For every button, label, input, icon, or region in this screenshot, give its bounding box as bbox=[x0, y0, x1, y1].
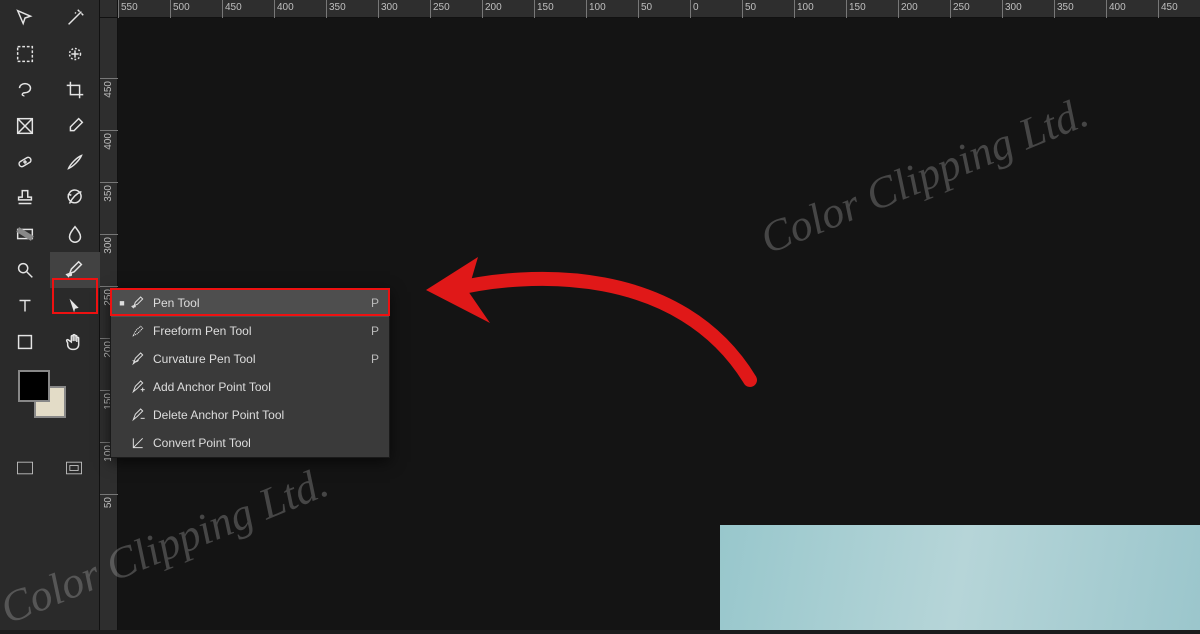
ruler-h-label: 550 bbox=[121, 2, 138, 13]
flyout-label: Pen Tool bbox=[153, 296, 371, 310]
frame-tool[interactable] bbox=[0, 108, 50, 144]
hand-tool[interactable] bbox=[50, 324, 100, 360]
image-content bbox=[720, 525, 1200, 630]
active-bullet: ■ bbox=[117, 298, 127, 308]
ruler-h-label: 50 bbox=[745, 2, 756, 13]
flyout-label: Add Anchor Point Tool bbox=[153, 380, 379, 394]
ruler-h-label: 450 bbox=[1161, 2, 1178, 13]
ruler-h-label: 300 bbox=[381, 2, 398, 13]
ruler-h-label: 250 bbox=[953, 2, 970, 13]
flyout-item-convert-point[interactable]: Convert Point Tool bbox=[111, 429, 389, 457]
ruler-h-label: 100 bbox=[797, 2, 814, 13]
move-tool[interactable] bbox=[0, 0, 50, 36]
type-tool[interactable] bbox=[0, 288, 50, 324]
ruler-v-label: 300 bbox=[103, 237, 114, 254]
ruler-h-label: 500 bbox=[173, 2, 190, 13]
eyedropper-tool[interactable] bbox=[50, 108, 100, 144]
ruler-v-label: 50 bbox=[103, 497, 114, 508]
quick-mask-icon[interactable] bbox=[63, 458, 85, 483]
pen-icon bbox=[127, 295, 149, 311]
crop-tool[interactable] bbox=[50, 72, 100, 108]
flyout-item-pen[interactable]: ■ Pen ToolP bbox=[111, 289, 389, 317]
shortcut-key: P bbox=[371, 296, 379, 310]
marquee-tool[interactable] bbox=[0, 36, 50, 72]
convert-point-icon bbox=[127, 435, 149, 451]
ruler-h-label: 400 bbox=[277, 2, 294, 13]
flyout-item-curvature-pen[interactable]: Curvature Pen ToolP bbox=[111, 345, 389, 373]
ruler-h-label: 400 bbox=[1109, 2, 1126, 13]
ruler-v-label: 450 bbox=[103, 81, 114, 98]
flyout-item-freeform-pen[interactable]: Freeform Pen ToolP bbox=[111, 317, 389, 345]
curvature-pen-icon bbox=[127, 351, 149, 367]
ruler-corner bbox=[100, 0, 118, 18]
ruler-h-label: 450 bbox=[225, 2, 242, 13]
wand-tool[interactable] bbox=[50, 0, 100, 36]
shape-tool[interactable] bbox=[0, 324, 50, 360]
brush-tool[interactable] bbox=[50, 144, 100, 180]
ruler-horizontal: 5505004504003503002502001501005005010015… bbox=[118, 0, 1200, 18]
ruler-h-label: 150 bbox=[537, 2, 554, 13]
ruler-h-label: 200 bbox=[901, 2, 918, 13]
flyout-label: Freeform Pen Tool bbox=[153, 324, 371, 338]
ruler-h-label: 100 bbox=[589, 2, 606, 13]
pen-tool[interactable] bbox=[50, 252, 100, 288]
healing-tool[interactable] bbox=[0, 144, 50, 180]
gradient-tool[interactable] bbox=[0, 216, 50, 252]
flyout-item-delete-anchor[interactable]: Delete Anchor Point Tool bbox=[111, 401, 389, 429]
ruler-v-label: 400 bbox=[103, 133, 114, 150]
shortcut-key: P bbox=[371, 324, 379, 338]
delete-anchor-icon bbox=[127, 407, 149, 423]
ruler-h-label: 50 bbox=[641, 2, 652, 13]
pen-tool-flyout: ■Pen ToolPFreeform Pen ToolPCurvature Pe… bbox=[110, 288, 390, 458]
flyout-label: Curvature Pen Tool bbox=[153, 352, 371, 366]
freeform-pen-icon bbox=[127, 323, 149, 339]
ruler-h-label: 300 bbox=[1005, 2, 1022, 13]
dodge-tool[interactable] bbox=[0, 252, 50, 288]
tools-panel bbox=[0, 0, 100, 630]
ruler-h-label: 250 bbox=[433, 2, 450, 13]
shortcut-key: P bbox=[371, 352, 379, 366]
stamp-tool[interactable] bbox=[0, 180, 50, 216]
ruler-h-label: 200 bbox=[485, 2, 502, 13]
color-swatches[interactable] bbox=[18, 370, 78, 428]
blur-tool[interactable] bbox=[50, 216, 100, 252]
flyout-label: Convert Point Tool bbox=[153, 436, 379, 450]
standard-mode-icon[interactable] bbox=[14, 458, 36, 483]
add-anchor-icon bbox=[127, 379, 149, 395]
ruler-h-label: 350 bbox=[329, 2, 346, 13]
quick-select-tool[interactable] bbox=[50, 36, 100, 72]
flyout-label: Delete Anchor Point Tool bbox=[153, 408, 379, 422]
lasso-tool[interactable] bbox=[0, 72, 50, 108]
history-brush-tool[interactable] bbox=[50, 180, 100, 216]
ruler-h-label: 0 bbox=[693, 2, 699, 13]
ruler-v-label: 350 bbox=[103, 185, 114, 202]
flyout-item-add-anchor[interactable]: Add Anchor Point Tool bbox=[111, 373, 389, 401]
ruler-h-label: 350 bbox=[1057, 2, 1074, 13]
path-select-tool[interactable] bbox=[50, 288, 100, 324]
foreground-color-swatch[interactable] bbox=[18, 370, 50, 402]
ruler-h-label: 150 bbox=[849, 2, 866, 13]
